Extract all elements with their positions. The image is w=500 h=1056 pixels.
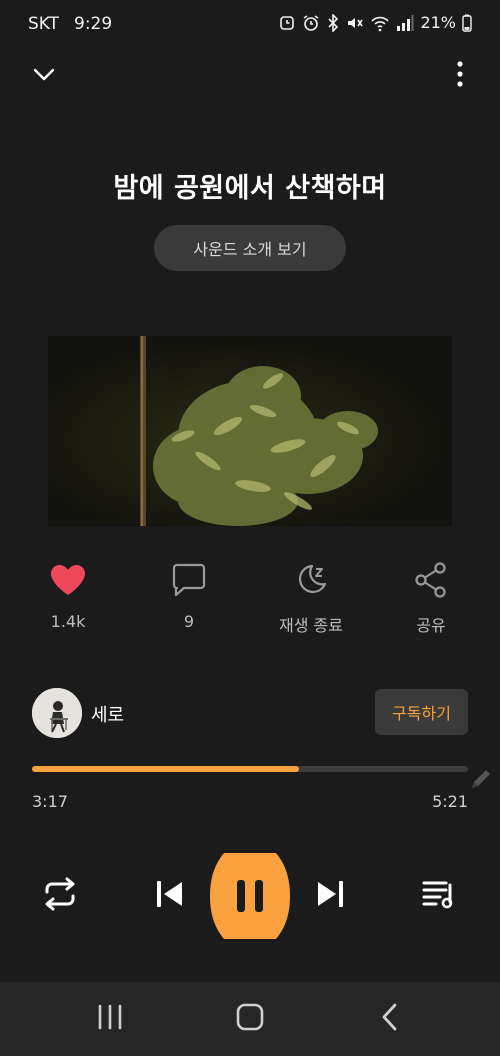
alarm-icon — [278, 14, 296, 32]
more-vertical-icon — [456, 60, 464, 92]
like-button[interactable]: 1.4k — [18, 560, 118, 631]
comment-count: 9 — [183, 612, 195, 631]
progress-fill — [32, 766, 300, 772]
repeat-button[interactable] — [36, 872, 84, 920]
next-track-button[interactable] — [306, 872, 354, 920]
share-button[interactable]: 공유 — [381, 560, 481, 636]
system-navigation-bar — [0, 982, 500, 1056]
more-options-button[interactable] — [450, 60, 470, 92]
sleep-timer-label: 재생 종료 — [279, 616, 343, 635]
share-label: 공유 — [416, 616, 446, 635]
collapse-button[interactable] — [28, 60, 60, 92]
status-icons: 21% — [278, 13, 472, 32]
back-chevron-icon — [380, 1002, 400, 1036]
share-icon — [411, 560, 451, 600]
wifi-icon — [370, 14, 390, 32]
carrier-label: SKT — [28, 14, 60, 34]
status-bar: SKT 9:29 21% — [0, 0, 500, 48]
playlist-button[interactable] — [416, 872, 464, 920]
channel-avatar[interactable] — [32, 688, 82, 738]
subscribe-button[interactable]: 구독하기 — [375, 689, 468, 735]
current-time: 3:17 — [32, 792, 68, 811]
pause-button[interactable] — [208, 849, 292, 943]
home-button[interactable] — [210, 982, 290, 1056]
pencil-icon — [466, 770, 496, 798]
clock-alarm-icon — [302, 14, 320, 32]
track-artwork — [48, 336, 452, 526]
progress-bar[interactable] — [32, 766, 468, 772]
sleep-timer-button[interactable]: 재생 종료 — [261, 560, 361, 636]
repeat-icon — [41, 876, 79, 916]
channel-name[interactable]: 세로 — [91, 701, 124, 727]
playlist-icon — [421, 877, 459, 915]
skip-next-icon — [313, 877, 347, 915]
comment-button[interactable]: 9 — [139, 560, 239, 631]
clock: 9:29 — [74, 14, 113, 34]
avatar-image — [32, 688, 82, 738]
home-icon — [235, 1002, 265, 1036]
night-park-illustration — [48, 336, 452, 526]
battery-label: 21% — [420, 13, 456, 32]
pause-icon — [210, 853, 290, 939]
chevron-down-icon — [32, 66, 56, 86]
moon-sleep-icon — [291, 560, 331, 600]
edit-pencil-button[interactable] — [466, 764, 496, 794]
signal-icon — [396, 14, 414, 32]
heart-icon — [48, 560, 88, 600]
bluetooth-icon — [326, 13, 340, 32]
sound-intro-button[interactable]: 사운드 소개 보기 — [154, 225, 346, 271]
total-time: 5:21 — [432, 792, 468, 811]
track-title: 밤에 공원에서 산책하며 — [113, 173, 387, 204]
comment-icon — [169, 560, 209, 600]
like-count: 1.4k — [50, 612, 86, 631]
recent-apps-icon — [96, 1004, 124, 1034]
previous-track-button[interactable] — [146, 872, 194, 920]
battery-icon — [462, 14, 472, 32]
skip-previous-icon — [153, 877, 187, 915]
recent-apps-button[interactable] — [70, 982, 150, 1056]
mute-icon — [346, 14, 364, 32]
back-button[interactable] — [350, 982, 430, 1056]
